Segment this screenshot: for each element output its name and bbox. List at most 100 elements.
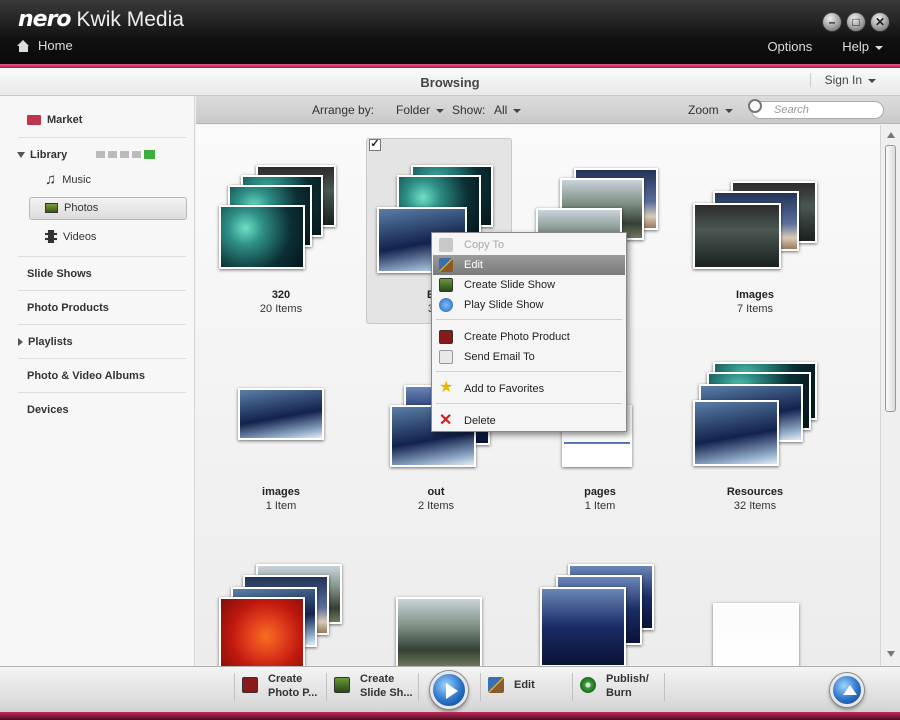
sign-in-button[interactable]: Sign In — [809, 73, 876, 87]
collapse-icon — [17, 152, 25, 158]
divider — [664, 673, 665, 701]
view-size-selector[interactable] — [96, 150, 155, 159]
minimize-button[interactable]: – — [822, 12, 842, 32]
folder-count: 32 Items — [733, 500, 777, 512]
divider — [326, 673, 327, 701]
button-label-line-2: Photo P... — [268, 687, 318, 699]
sidebar-item-photos[interactable]: Photos — [45, 202, 98, 214]
show-label: Show: — [452, 103, 486, 117]
folder-count: 2 Items — [417, 500, 455, 512]
sidebar-item-videos[interactable]: Videos — [45, 230, 96, 243]
close-button[interactable]: ✕ — [870, 12, 890, 32]
folder-tile[interactable]: Resources 32 Items — [685, 340, 825, 525]
browse-toolbar: Arrange by: Folder Show: All Zoom Search — [196, 96, 900, 124]
folder-count: 1 Item — [265, 500, 297, 512]
divider — [18, 256, 186, 257]
menu-item-send-email-to[interactable]: Send Email To — [433, 347, 625, 367]
zoom-dropdown[interactable]: Zoom — [688, 103, 733, 117]
menu-item-label: Edit — [464, 259, 483, 271]
film-icon — [45, 230, 57, 243]
options-menu[interactable]: Options — [767, 39, 812, 54]
folder-name: images — [262, 486, 300, 498]
home-button[interactable]: Home — [17, 38, 73, 53]
folder-thumbnail — [693, 400, 779, 466]
show-value: All — [494, 103, 508, 117]
scroll-down-icon[interactable] — [887, 651, 895, 657]
folder-tile[interactable]: Images 7 Items — [685, 143, 825, 328]
button-label-line-2: Burn — [606, 687, 632, 699]
divider — [18, 290, 186, 291]
menu-item-create-photo-product[interactable]: Create Photo Product — [433, 327, 625, 347]
view-size-icon — [132, 151, 141, 158]
arrange-by-label: Arrange by: — [312, 103, 375, 117]
chevron-down-icon — [513, 108, 522, 113]
selection-checkbox[interactable]: ✓ — [369, 139, 381, 151]
menu-divider — [436, 319, 622, 320]
folder-tile[interactable] — [211, 537, 351, 666]
help-menu[interactable]: Help — [842, 39, 883, 54]
sidebar-item-slide-shows[interactable]: Slide Shows — [27, 268, 92, 280]
sidebar-item-devices[interactable]: Devices — [27, 404, 69, 416]
photo-product-icon — [439, 330, 453, 344]
folder-tile[interactable] — [530, 537, 670, 666]
search-input[interactable]: Search — [751, 101, 884, 119]
folder-tile[interactable] — [366, 537, 506, 666]
folder-tile[interactable] — [685, 537, 825, 666]
app-logo: nero Kwik Media — [18, 6, 184, 32]
sidebar-item-label: Playlists — [28, 336, 73, 348]
menu-item-copy-to[interactable]: Copy To — [433, 235, 625, 255]
play-button[interactable] — [430, 671, 468, 709]
create-slide-show-button[interactable]: Create Slide Sh... — [334, 670, 414, 702]
photo-icon — [45, 203, 58, 213]
menu-item-label: Play Slide Show — [464, 299, 544, 311]
chevron-down-icon — [875, 45, 883, 50]
folder-name: 320 — [271, 289, 291, 301]
menu-divider — [436, 371, 622, 372]
expand-panel-button[interactable] — [830, 673, 864, 707]
edit-button[interactable]: Edit — [488, 676, 558, 708]
scrollbar-thumb[interactable] — [885, 145, 896, 412]
slide-show-icon — [439, 278, 453, 292]
sidebar-item-library[interactable]: Library — [17, 149, 67, 161]
create-photo-product-button[interactable]: Create Photo P... — [242, 670, 322, 702]
folder-tile[interactable]: 320 20 Items — [211, 143, 351, 328]
show-dropdown[interactable]: All — [494, 103, 522, 117]
menu-item-play-slide-show[interactable]: Play Slide Show — [433, 295, 625, 315]
title-bar: nero Kwik Media Home Options Help – □ ✕ — [0, 0, 900, 66]
folder-thumbnail — [540, 587, 626, 666]
menu-item-create-slide-show[interactable]: Create Slide Show — [433, 275, 625, 295]
folder-tile[interactable]: images 1 Item — [211, 340, 351, 525]
sidebar-item-photo-products[interactable]: Photo Products — [27, 302, 109, 314]
bottom-accent — [0, 712, 900, 720]
folder-name: Resources — [726, 486, 784, 498]
menu-item-delete[interactable]: ✕ Delete — [433, 411, 625, 431]
menu-item-label: Add to Favorites — [464, 383, 545, 395]
publish-burn-button[interactable]: Publish/Burn — [580, 670, 660, 702]
folder-thumbnail — [713, 603, 799, 666]
chevron-down-icon — [724, 108, 733, 113]
home-icon — [17, 39, 30, 52]
button-label-line-1: Create — [268, 673, 303, 685]
folder-name: pages — [584, 486, 616, 498]
sidebar-item-music[interactable]: ♫ Music — [45, 172, 91, 187]
view-size-active-icon — [144, 150, 155, 159]
menu-item-edit[interactable]: Edit — [433, 255, 625, 275]
brand-logo: nero — [18, 7, 72, 32]
sidebar-item-playlists[interactable]: Playlists — [18, 336, 73, 348]
folder-count: 1 Item — [584, 500, 616, 512]
help-label: Help — [842, 39, 869, 54]
copy-icon — [439, 238, 453, 252]
arrange-by-dropdown[interactable]: Folder — [396, 103, 445, 117]
scroll-up-icon[interactable] — [887, 132, 895, 138]
divider — [234, 673, 235, 701]
sidebar-item-albums[interactable]: Photo & Video Albums — [27, 370, 145, 382]
view-size-icon — [96, 151, 105, 158]
vertical-scrollbar[interactable] — [880, 125, 900, 666]
divider — [18, 137, 186, 138]
menu-item-add-to-favorites[interactable]: ★ Add to Favorites — [433, 379, 625, 399]
play-icon — [439, 298, 453, 312]
menu-item-label: Create Slide Show — [464, 279, 556, 291]
sidebar-item-market[interactable]: Market — [27, 114, 82, 126]
maximize-button[interactable]: □ — [846, 12, 866, 32]
edit-icon — [439, 258, 453, 272]
